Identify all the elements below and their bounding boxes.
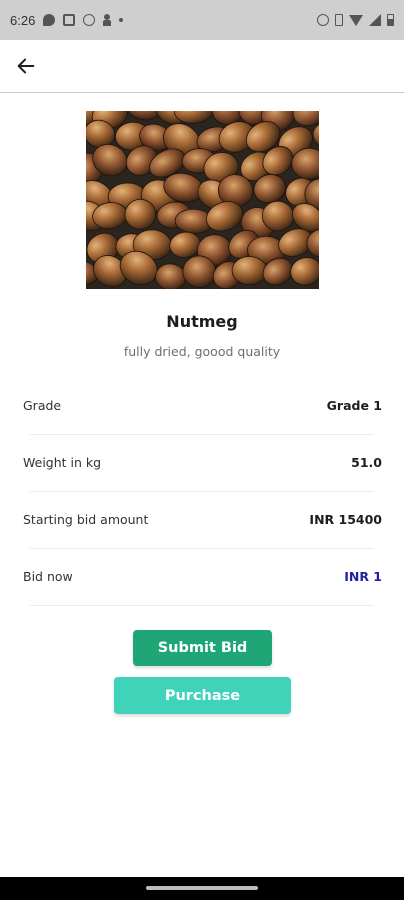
person-icon xyxy=(103,14,112,26)
bid-now-label: Bid now xyxy=(23,569,73,584)
divider xyxy=(30,605,374,606)
status-left: 6:26 xyxy=(10,12,124,28)
bid-now-value[interactable]: INR 1 xyxy=(344,569,382,584)
battery-icon xyxy=(387,14,394,26)
starting-bid-label: Starting bid amount xyxy=(23,512,149,527)
nutmeg-photo xyxy=(86,111,319,289)
status-time: 6:26 xyxy=(10,12,36,28)
detail-row-starting-bid: Starting bid amount INR 15400 xyxy=(23,491,382,548)
back-button[interactable] xyxy=(12,52,40,80)
status-bar: 6:26 xyxy=(0,0,404,40)
submit-bid-button[interactable]: Submit Bid xyxy=(133,630,272,666)
home-gesture-handle[interactable] xyxy=(146,886,258,890)
app-bar xyxy=(0,40,404,93)
weight-value: 51.0 xyxy=(351,455,382,470)
product-description: fully dried, goood quality xyxy=(123,344,281,359)
vibrate-icon xyxy=(335,14,343,26)
grade-label: Grade xyxy=(23,398,62,413)
chat-icon xyxy=(43,14,56,26)
alarm-icon xyxy=(317,14,329,26)
dot-icon xyxy=(119,18,124,22)
product-image xyxy=(86,111,319,289)
starting-bid-value: INR 15400 xyxy=(309,512,382,527)
check-circle-icon xyxy=(83,14,96,26)
product-name: Nutmeg xyxy=(166,312,238,331)
detail-row-bid-now: Bid now INR 1 xyxy=(23,548,382,605)
status-right xyxy=(317,14,394,26)
weight-label: Weight in kg xyxy=(23,455,102,470)
purchase-button[interactable]: Purchase xyxy=(114,677,291,714)
grade-value: Grade 1 xyxy=(326,398,382,413)
wifi-icon xyxy=(349,14,363,26)
signal-icon xyxy=(369,14,381,26)
square-app-icon xyxy=(63,14,76,26)
detail-row-grade: Grade Grade 1 xyxy=(23,377,382,434)
navigation-bar xyxy=(0,877,404,900)
arrow-left-icon xyxy=(17,58,35,74)
detail-row-weight: Weight in kg 51.0 xyxy=(23,434,382,491)
